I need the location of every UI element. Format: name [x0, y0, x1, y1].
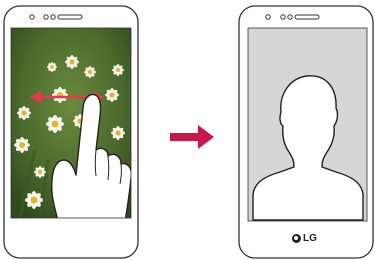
right-phone — [238, 5, 374, 259]
brand-logo: LG — [292, 233, 317, 244]
lg-logo-icon — [292, 234, 301, 243]
instruction-illustration: LG — [0, 0, 375, 260]
brand-name: LG — [303, 233, 317, 244]
transition-arrow-icon — [170, 125, 214, 149]
left-phone — [3, 5, 139, 259]
flower-photo — [11, 28, 131, 218]
